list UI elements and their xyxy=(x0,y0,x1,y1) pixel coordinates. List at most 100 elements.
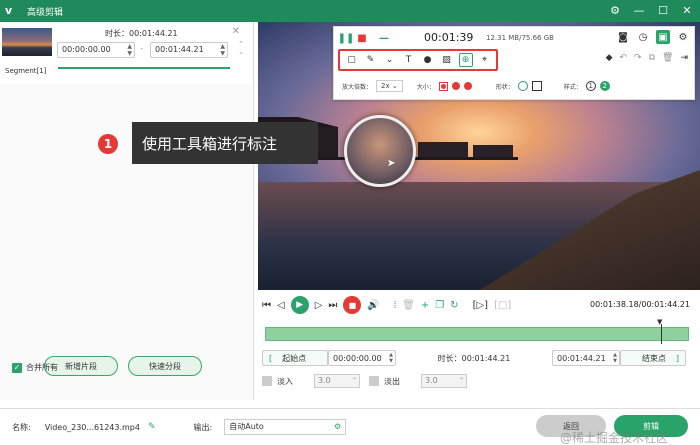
merge-all-checkbox[interactable]: ✓ 合并所有 xyxy=(12,362,58,373)
trash-icon[interactable]: 🗑 xyxy=(402,296,415,314)
edit-name-icon[interactable]: ✎ xyxy=(148,422,156,432)
range-dash: - xyxy=(140,44,144,54)
delete-icon[interactable]: 🗑 xyxy=(662,53,673,63)
segment-card[interactable]: Segment[1] 时长：00:01:44.21 00:00:00.00 ▲ ▼… xyxy=(0,22,252,84)
skip-start-icon[interactable]: ⏮ xyxy=(262,296,271,314)
magnify-tool-icon[interactable]: ⊕ xyxy=(458,53,473,67)
remove-segment-icon[interactable]: ✕ xyxy=(232,26,240,37)
size-large-option[interactable] xyxy=(463,82,472,90)
reset-icon[interactable]: ↻ xyxy=(450,296,458,314)
fade-out-input[interactable]: 3.0 ⌃ xyxy=(421,374,467,388)
output-label: 输出: xyxy=(193,422,213,432)
clock-icon[interactable]: ◷ xyxy=(636,30,650,44)
file-name: Video_230...61243.mp4 xyxy=(44,422,140,432)
fade-in-input[interactable]: 3.0 ⌃ xyxy=(314,374,360,388)
playback-time: 00:01:38.18/00:01:44.21 xyxy=(590,300,690,309)
style-option-1[interactable]: 1 xyxy=(585,81,596,91)
minimize-icon[interactable]: — xyxy=(632,3,646,17)
volume-icon[interactable]: 🔊 xyxy=(367,296,379,314)
segment-start-input[interactable]: 00:00:00.00 ▲ ▼ xyxy=(57,42,135,58)
range-start-input[interactable]: 00:00:00.00 ▲ ▼ xyxy=(328,350,396,366)
toolbox-icon[interactable]: ▣ xyxy=(656,30,670,44)
prev-frame-icon[interactable]: ◁ xyxy=(277,296,285,314)
recording-time: 00:01:39 xyxy=(424,31,474,44)
bottom-bar: 名称: Video_230...61243.mp4 ✎ 输出: 自动Auto ⚙ … xyxy=(0,408,700,445)
set-end-button[interactable]: 结束点] xyxy=(620,350,686,366)
step-badge: 1 xyxy=(96,132,120,156)
image-tool-icon[interactable]: ▨ xyxy=(440,53,454,67)
output-select[interactable]: 自动Auto ⚙ xyxy=(224,419,347,435)
reorder-arrows-icon[interactable]: ⌃ ⌄ xyxy=(238,40,244,56)
edit-actions: ◆ ↶ ↷ ⧉ 🗑 ⇥ xyxy=(606,53,688,63)
minimize-toolbox-icon[interactable]: — xyxy=(376,30,392,46)
segment-end-value: 00:01:44.21 xyxy=(155,45,204,54)
chevron-down-icon[interactable]: ⌄ xyxy=(383,53,397,67)
fade-in-label: 淡入 xyxy=(277,376,293,386)
checkbox-checked-icon[interactable]: ✓ xyxy=(12,362,22,373)
play-icon[interactable]: ▶ xyxy=(290,296,309,314)
camera-icon[interactable]: ◙ xyxy=(616,30,630,44)
skip-end-icon[interactable]: ⏭ xyxy=(328,296,337,314)
maximize-icon[interactable]: ☐ xyxy=(656,3,670,17)
add-icon[interactable]: + xyxy=(421,296,429,314)
range-end-input[interactable]: 00:01:44.21 ▲ ▼ xyxy=(552,350,620,366)
magnifier-lens[interactable]: ➤ xyxy=(344,115,416,187)
shape-label: 形状： xyxy=(495,83,514,91)
zoom-select[interactable]: 2x ⌄ xyxy=(376,80,403,92)
gear-icon[interactable]: ⚙ xyxy=(334,420,341,434)
settings-icon[interactable]: ⚙ xyxy=(608,3,622,17)
title-bar: v 高级剪辑 ⚙ — ☐ ✕ xyxy=(0,0,700,22)
playhead[interactable] xyxy=(657,318,662,344)
text-tool-icon[interactable]: T xyxy=(402,53,416,67)
segment-start-value: 00:00:00.00 xyxy=(62,45,111,54)
pause-icon[interactable]: ❚❚ xyxy=(338,30,355,46)
close-icon[interactable]: ✕ xyxy=(680,3,694,17)
window-title: 高级剪辑 xyxy=(27,7,64,18)
style-label: 样式： xyxy=(563,83,582,91)
tool-options: 放大倍数： 2x ⌄ 大小： 形状： 样式： 1 2 xyxy=(342,80,610,92)
fade-in-checkbox[interactable] xyxy=(262,376,272,386)
segment-progress-bar xyxy=(58,67,230,69)
undo-icon[interactable]: ↶ xyxy=(619,53,627,63)
quick-split-button[interactable]: 快速分段 xyxy=(128,356,202,376)
segment-thumbnail xyxy=(2,28,52,56)
style-option-2[interactable]: 2 xyxy=(599,81,610,91)
annotation-callout: 使用工具箱进行标注 xyxy=(132,122,318,164)
next-frame-icon[interactable]: ▷ xyxy=(315,296,323,314)
stop-record-icon[interactable]: ■ xyxy=(343,296,362,314)
split-icon[interactable]: ⦙ xyxy=(394,296,396,314)
shape-circle-option[interactable] xyxy=(517,81,528,91)
toolbox-header: ❚❚ ■ — 00:01:39 12.31 MB/75.66 GB ◙ ◷ ▣ … xyxy=(334,27,694,49)
mark-out-icon[interactable]: [□] xyxy=(494,296,511,314)
mark-in-icon[interactable]: [▷] xyxy=(473,296,489,314)
shape-square-option[interactable] xyxy=(531,81,542,91)
window-controls: ⚙ — ☐ ✕ xyxy=(608,3,694,17)
copy-icon[interactable]: ⧉ xyxy=(649,53,655,63)
segment-duration: 时长：00:01:44.21 xyxy=(105,29,178,38)
player-controls: ⏮ ◁ ▶ ▷ ⏭ ■ 🔊 ⦙ 🗑 + ❐ ↻ [▷] [□] 00:01:38… xyxy=(258,292,700,318)
spinner-icon[interactable]: ▲ ▼ xyxy=(220,43,225,57)
exit-icon[interactable]: ⇥ xyxy=(680,53,688,63)
size-medium-option[interactable] xyxy=(451,82,460,90)
number-tool-icon[interactable]: ● xyxy=(421,53,435,67)
fade-out-checkbox[interactable] xyxy=(369,376,379,386)
segment-panel: Segment[1] 时长：00:01:44.21 00:00:00.00 ▲ ▼… xyxy=(0,22,254,400)
set-start-button[interactable]: [起始点 xyxy=(262,350,328,366)
gear-icon[interactable]: ⚙ xyxy=(676,30,690,44)
eraser-icon[interactable]: ◆ xyxy=(606,53,613,63)
set-start-label: 起始点 xyxy=(282,353,307,363)
range-duration: 时长：00:01:44.21 xyxy=(437,353,511,363)
range-row: [起始点 00:00:00.00 ▲ ▼ 时长：00:01:44.21 00:01:… xyxy=(262,349,690,367)
rectangle-tool-icon[interactable]: ▢ xyxy=(345,53,359,67)
timeline-track[interactable] xyxy=(265,318,689,344)
redo-icon[interactable]: ↷ xyxy=(634,53,642,63)
segment-end-input[interactable]: 00:01:44.21 ▲ ▼ xyxy=(150,42,228,58)
annotation-tools: ▢ ✎ ⌄ T ● ▨ ⊕ ⌖ xyxy=(338,49,498,71)
pen-tool-icon[interactable]: ✎ xyxy=(364,53,378,67)
stop-icon[interactable]: ■ xyxy=(354,30,370,46)
copy-clip-icon[interactable]: ❐ xyxy=(435,296,444,314)
size-small-option[interactable] xyxy=(438,81,448,91)
spinner-icon[interactable]: ▲ ▼ xyxy=(127,43,132,57)
spotlight-tool-icon[interactable]: ⌖ xyxy=(478,53,492,67)
zoom-value: 2x xyxy=(381,82,390,90)
